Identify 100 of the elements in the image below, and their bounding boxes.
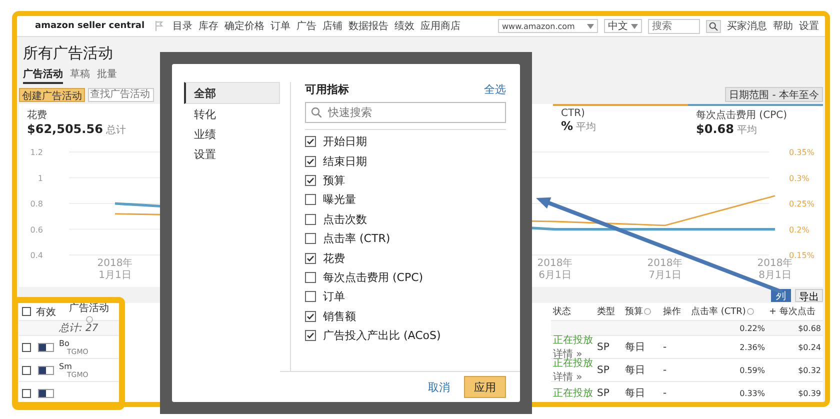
metric-value: %	[561, 119, 574, 133]
export-button[interactable]: 导出	[795, 289, 823, 302]
category-item[interactable]: 转化	[184, 104, 280, 124]
metric-label: 每次点击费用 (CPC)	[696, 108, 788, 122]
nav-link[interactable]: 确定价格	[224, 19, 265, 33]
axis-label: 0.6	[30, 225, 43, 234]
header-link[interactable]: 买家消息	[727, 19, 767, 33]
column-header[interactable]: 操作	[661, 305, 689, 318]
axis-label: 0.35%	[789, 148, 814, 157]
axis-label: 0.25%	[789, 200, 814, 208]
details-link[interactable]: 详情 »	[553, 370, 582, 384]
search-field[interactable]: 搜索	[648, 18, 700, 34]
table-cell-text: -	[662, 388, 668, 398]
axis-label: 0.8	[30, 200, 43, 208]
axis-label: 0.3%	[789, 174, 810, 183]
category-item[interactable]: 全部	[184, 82, 280, 104]
apply-button[interactable]: 应用	[464, 376, 506, 398]
axis-label: 2018年1月1日	[97, 258, 133, 281]
campaign-name[interactable]: Bo	[59, 338, 119, 348]
metric-label: CTR)	[561, 108, 586, 119]
metric-option: 点击率 (CTR)	[323, 231, 390, 246]
category-item[interactable]: 业绩	[184, 124, 280, 144]
axis-label: 0.4	[30, 251, 43, 260]
nav-link[interactable]: 绩效	[394, 19, 415, 33]
table-cell-text: 0.33%	[738, 388, 766, 398]
nav-link[interactable]: 数据报告	[348, 19, 389, 33]
total-count: 总计: 27	[59, 322, 100, 335]
metric-option: 曝光量	[323, 192, 356, 208]
metric-option: 花费	[323, 250, 345, 266]
nav-link[interactable]: 库存	[198, 19, 219, 33]
header-link[interactable]: 帮助	[773, 19, 793, 33]
nav-link[interactable]: 广告	[296, 19, 317, 33]
create-campaign-button[interactable]: 创建广告活动	[19, 88, 85, 102]
axis-label: 0.15%	[789, 251, 814, 260]
nav-link[interactable]: 店铺	[322, 19, 343, 33]
metric-card[interactable]: 每次点击费用 (CPC) $0.68 平均	[688, 104, 823, 142]
logo[interactable]: amazon seller central	[35, 21, 145, 31]
category-item[interactable]: 设置	[184, 144, 280, 164]
tab[interactable]: 批量	[97, 67, 117, 84]
column-header[interactable]: 状态	[551, 305, 595, 318]
cancel-link[interactable]: 取消	[428, 380, 450, 394]
metric-value: $0.68	[696, 122, 734, 136]
search-field[interactable]: 查找广告活动	[88, 88, 154, 102]
table-cell-text: -	[662, 342, 668, 352]
table-cell-text: $0.32	[797, 366, 822, 374]
table-cell-text: $0.68	[797, 324, 822, 332]
table-cell-text: SP	[596, 388, 610, 398]
metric-option: 预算	[323, 172, 345, 188]
table-cell-text: SP	[596, 364, 610, 376]
metric-option: 每次点击费用 (CPC)	[323, 270, 424, 285]
metric-option: 销售额	[323, 308, 356, 324]
status-text: 正在投放	[553, 334, 593, 347]
metric-unit: 平均	[576, 121, 596, 134]
column-header[interactable]: 有效	[33, 304, 59, 318]
metric-card[interactable]: CTR) % 平均	[553, 104, 688, 142]
table-cell-text: -	[662, 364, 668, 376]
nav-link[interactable]: 订单	[270, 19, 291, 33]
marketplace-select[interactable]: www.amazon.com	[498, 19, 598, 33]
table-cell-text: 0.59%	[738, 366, 766, 374]
metric-option: 点击次数	[323, 212, 367, 227]
column-header[interactable]: 广告活动	[59, 300, 119, 322]
table-cell-text: 每日	[624, 341, 646, 354]
nav-link[interactable]: 应用商店	[420, 19, 461, 33]
status-text: 正在投放	[553, 386, 593, 400]
status-text: 正在投放	[553, 358, 593, 370]
tab[interactable]: 草稿	[70, 67, 90, 84]
language-select[interactable]: 中文	[604, 19, 642, 33]
campaign-name[interactable]: Sm	[59, 362, 119, 370]
column-header[interactable]: 预算	[623, 305, 661, 318]
table-cell-text: SP	[596, 342, 610, 352]
metric-option: 结束日期	[323, 154, 367, 169]
tab[interactable]: 广告活动	[23, 67, 63, 84]
axis-label: 1.2	[30, 148, 43, 157]
select-all-link[interactable]: 全选	[484, 82, 506, 97]
metric-card[interactable]: 花费 $62,505.56 总计	[19, 104, 139, 142]
axis-label: 2018年7月1日	[647, 258, 683, 281]
table-cell-text: 每日	[624, 364, 646, 377]
table-cell-text: $0.39	[797, 388, 822, 398]
metric-unit: 总计	[106, 124, 126, 137]
column-header[interactable]: 类型	[595, 305, 623, 318]
column-header[interactable]: 点击率 (CTR)	[689, 305, 767, 318]
metric-option: 广告投入产出比 (ACoS)	[323, 328, 441, 344]
column-header[interactable]: + 每次点击	[767, 305, 823, 318]
axis-label: 1	[38, 174, 43, 183]
search-field[interactable]: 快速搜索	[305, 102, 506, 123]
section-title: 可用指标	[305, 82, 349, 97]
axis-label: 0.2%	[789, 225, 810, 234]
page-title: 所有广告活动	[23, 44, 114, 63]
table-cell-text: 2.36%	[738, 342, 766, 352]
metric-value: $62,505.56	[27, 122, 103, 136]
nav-link[interactable]: 目录	[172, 19, 193, 33]
table-cell-text: 0.22%	[738, 324, 766, 332]
axis-label: 2018年6月1日	[537, 258, 573, 281]
table-cell-text: $0.24	[797, 342, 822, 352]
metric-option: 订单	[323, 289, 345, 304]
metric-unit: 平均	[736, 124, 757, 137]
axis-label: 2018年8月1日	[757, 258, 793, 281]
date-range-button[interactable]: 日期范围 - 本年至今	[725, 87, 823, 102]
header-link[interactable]: 设置	[799, 19, 819, 33]
table-cell-text: 每日	[624, 387, 646, 400]
